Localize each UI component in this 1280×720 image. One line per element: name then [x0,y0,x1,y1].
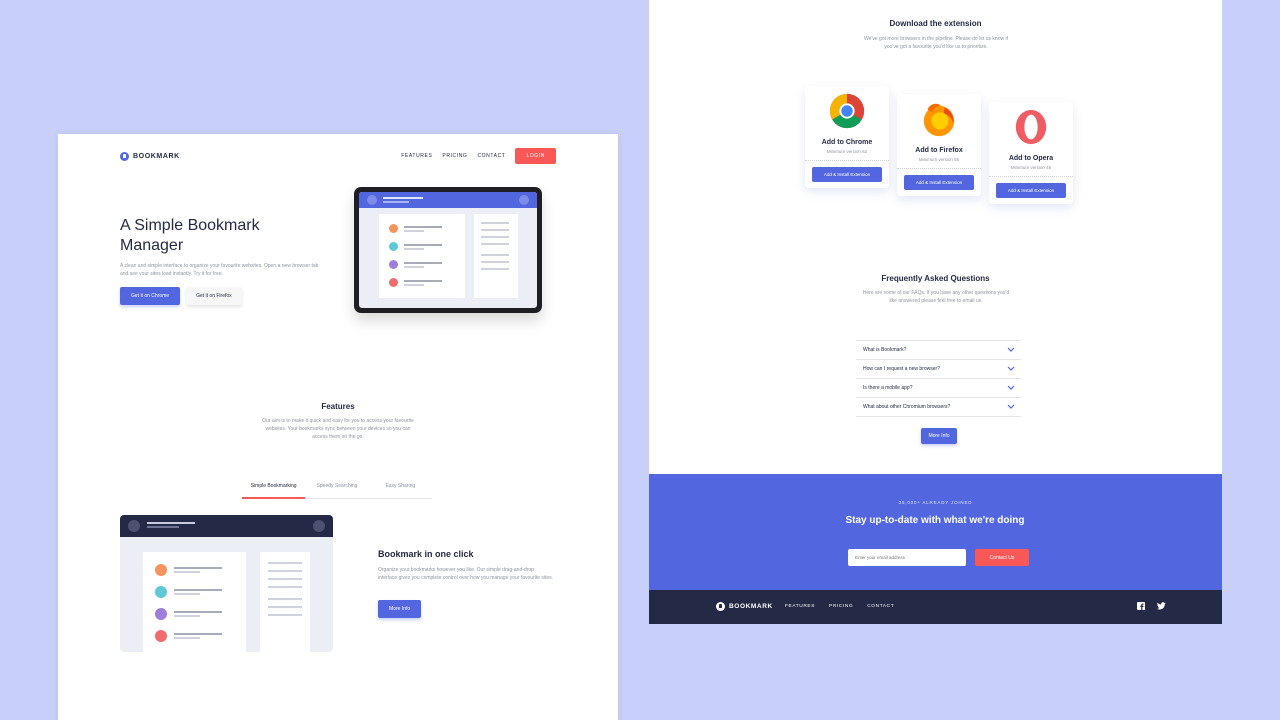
faq-more-info-button[interactable]: More Info [921,428,957,444]
nav-link-features[interactable]: FEATURES [401,153,432,159]
firefox-card-title: Add to Firefox [915,147,963,154]
feature-heading: Bookmark in one click [378,549,474,559]
chevron-down-icon[interactable] [1007,366,1015,372]
opera-logo-icon [1015,109,1047,145]
faq-question: What about other Chromium browsers? [863,404,951,410]
opera-install-button[interactable]: Add & Install Extension [996,183,1066,198]
download-title: Download the extension [889,19,982,28]
tablet-header-bar [359,192,537,208]
hero-title: A Simple Bookmark Manager [120,217,260,254]
faq-item[interactable]: How can I request a new browser? [856,360,1021,379]
chevron-down-icon[interactable] [1007,404,1015,410]
faq-question: What is Bookmark? [863,347,907,353]
tablet-bookmark-list [379,214,465,298]
opera-card-version: Minimum version 46 [1010,165,1052,170]
joined-count: 35,000+ ALREADY JOINED [898,500,973,505]
hero-tablet-illustration [354,187,542,313]
feature-more-info-button[interactable]: More Info [378,600,422,618]
tab-speedy-searching[interactable]: Speedy Searching [305,480,368,498]
firefox-card: Add to Firefox Minimum version 55 Add & … [897,94,981,196]
nav-link-pricing[interactable]: PRICING [442,153,467,159]
tablet-sidebar [474,214,518,298]
bookmark-logo-icon [716,602,725,611]
faq-question: How can I request a new browser? [863,366,940,372]
footer-logo[interactable]: BOOKMARK [716,602,773,611]
hero-buttons: Get it on Chrome Get it on Firefox [120,287,242,305]
newsletter-title: Stay up-to-date with what we're doing [845,515,1025,526]
feature-illustration [120,515,333,652]
tablet-screen [359,192,537,308]
chrome-card: Add to Chrome Minimum version 62 Add & I… [805,86,889,188]
landing-page-bottom: Download the extension We've got more br… [649,0,1222,624]
login-button[interactable]: LOGIN [515,148,556,164]
firefox-logo-icon [923,103,955,137]
faq-list: What is Bookmark? How can I request a ne… [856,340,1021,417]
chrome-card-version: Minimum version 62 [826,149,868,154]
faq-item[interactable]: What about other Chromium browsers? [856,398,1021,417]
illustration-bookmark-list [143,552,246,652]
footer-links: FEATURES PRICING CONTACT [785,604,894,609]
footer: BOOKMARK FEATURES PRICING CONTACT [649,590,1222,624]
illustration-header-bar [120,515,333,537]
chevron-down-icon[interactable] [1007,347,1015,353]
opera-card-title: Add to Opera [1008,155,1054,162]
chevron-down-icon[interactable] [1007,385,1015,391]
landing-page-top: BOOKMARK FEATURES PRICING CONTACT LOGIN … [58,134,618,720]
footer-link-contact[interactable]: CONTACT [867,604,894,609]
illustration-sidebar [260,552,310,652]
features-title: Features [321,402,355,411]
email-input[interactable] [848,549,966,566]
opera-card: Add to Opera Minimum version 46 Add & In… [989,102,1073,204]
get-chrome-button[interactable]: Get it on Chrome [120,287,181,305]
tab-simple-bookmarking[interactable]: Simple Bookmarking [242,480,306,499]
footer-brand-name: BOOKMARK [729,603,773,610]
faq-item[interactable]: Is there a mobile app? [856,379,1021,398]
newsletter-section: 35,000+ ALREADY JOINED Stay up-to-date w… [649,474,1222,590]
chrome-card-title: Add to Chrome [821,139,873,146]
faq-title: Frequently Asked Questions [881,274,990,283]
features-description: Our aim is to make it quick and easy for… [262,418,414,440]
feature-tabs: Simple Bookmarking Speedy Searching Easy… [242,480,432,499]
top-nav: BOOKMARK FEATURES PRICING CONTACT LOGIN [120,148,556,164]
twitter-icon[interactable] [1157,602,1166,610]
chrome-logo-icon [829,93,865,129]
tab-easy-sharing[interactable]: Easy Sharing [369,480,432,498]
nav-links: FEATURES PRICING CONTACT LOGIN [401,148,556,164]
faq-item[interactable]: What is Bookmark? [856,341,1021,360]
firefox-card-version: Minimum version 55 [918,157,960,162]
footer-link-features[interactable]: FEATURES [785,604,815,609]
brand-name: BOOKMARK [133,152,180,160]
firefox-install-button[interactable]: Add & Install Extension [904,175,974,190]
footer-link-pricing[interactable]: PRICING [829,604,853,609]
contact-us-button[interactable]: Contact Us [975,549,1029,566]
faq-question: Is there a mobile app? [863,385,913,391]
download-description: We've got more browsers in the pipeline.… [864,36,1008,50]
bookmark-logo-icon [120,151,129,161]
get-firefox-button[interactable]: Get it on Firefox [186,287,242,305]
brand-logo[interactable]: BOOKMARK [120,151,180,161]
feature-paragraph: Organize your bookmarks however you like… [378,567,554,581]
nav-link-contact[interactable]: CONTACT [477,153,505,159]
social-links [1137,602,1166,610]
faq-description: Here are some of our FAQs. If you have a… [862,290,1010,304]
chrome-install-button[interactable]: Add & Install Extension [812,167,882,182]
hero-description: A clean and simple interface to organize… [120,263,319,277]
facebook-icon[interactable] [1137,602,1145,610]
